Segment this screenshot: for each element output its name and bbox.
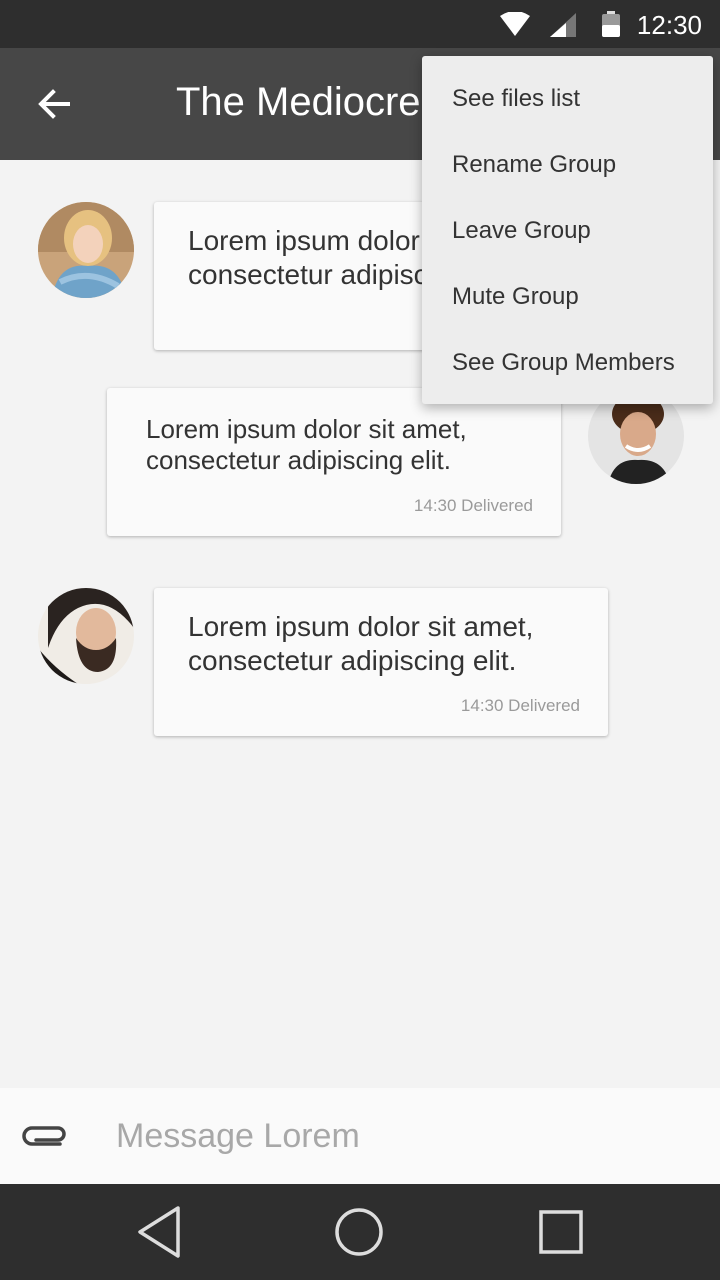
message-bubble[interactable]: Lorem ipsum dolor sit amet, consectetur … xyxy=(154,588,608,736)
back-triangle-icon[interactable] xyxy=(130,1202,190,1262)
system-nav-bar xyxy=(0,1184,720,1280)
paperclip-icon[interactable] xyxy=(22,1118,68,1154)
message-bubble[interactable]: Lorem ipsum dolor sit amet, consectetur … xyxy=(107,388,561,536)
overflow-menu: See files list Rename Group Leave Group … xyxy=(422,56,713,404)
menu-item-see-files-list[interactable]: See files list xyxy=(422,66,713,132)
status-bar: 12:30 xyxy=(0,0,720,48)
wifi-icon xyxy=(500,12,530,36)
recents-square-icon[interactable] xyxy=(531,1202,591,1262)
battery-icon xyxy=(602,11,620,37)
avatar-bearded-man[interactable] xyxy=(38,588,134,684)
home-circle-icon[interactable] xyxy=(329,1202,389,1262)
message-composer xyxy=(0,1088,720,1184)
message-text: Lorem ipsum dolor sit amet, consectetur … xyxy=(146,414,467,476)
menu-item-leave-group[interactable]: Leave Group xyxy=(422,198,713,264)
menu-item-mute-group[interactable]: Mute Group xyxy=(422,264,713,330)
message-text: Lorem ipsum dolor sit amet, consectetur … xyxy=(188,611,534,676)
message-status: 14:30 Delivered xyxy=(413,496,533,515)
menu-item-see-group-members[interactable]: See Group Members xyxy=(422,330,713,396)
page-title: The Mediocre xyxy=(176,80,421,124)
message-status: 14:30 Delivered xyxy=(460,696,580,715)
avatar-blonde-woman[interactable] xyxy=(38,202,134,298)
menu-item-rename-group[interactable]: Rename Group xyxy=(422,132,713,198)
arrow-back-icon[interactable] xyxy=(34,84,74,124)
message-input[interactable] xyxy=(116,1112,676,1160)
cell-signal-icon xyxy=(550,13,576,37)
status-time: 12:30 xyxy=(636,10,702,40)
